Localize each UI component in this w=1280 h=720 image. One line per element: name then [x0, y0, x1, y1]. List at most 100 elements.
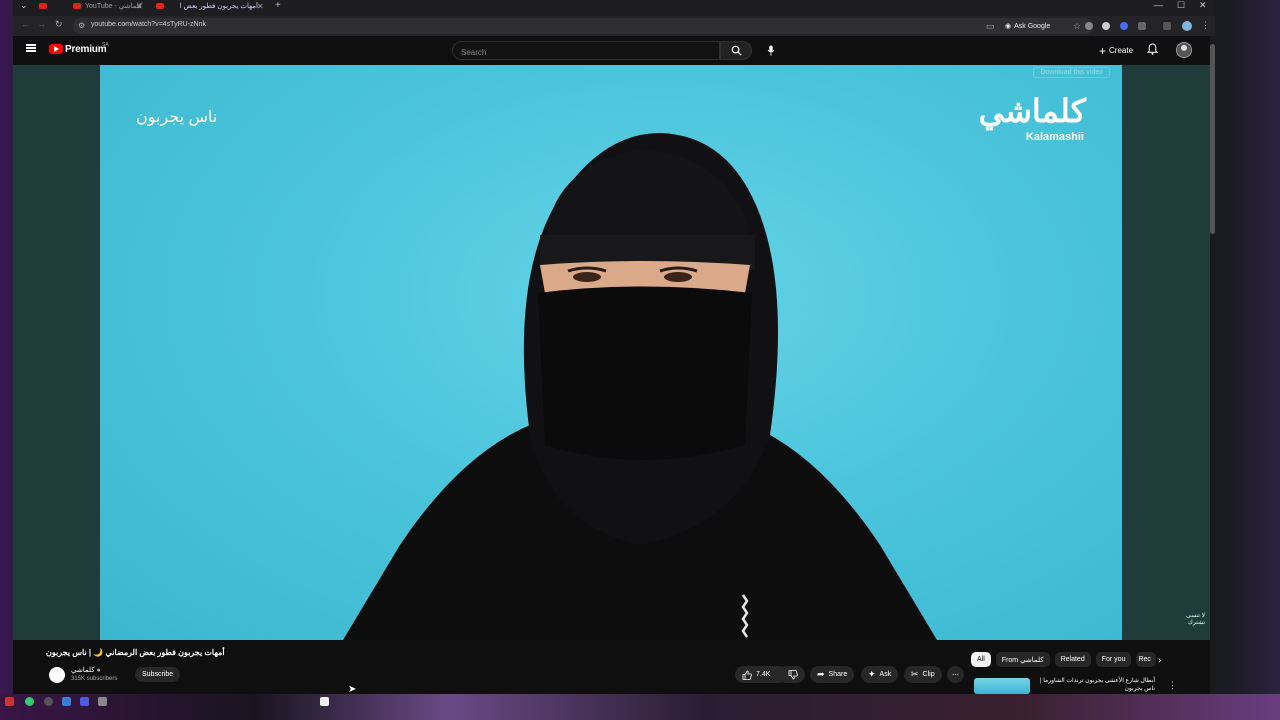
ask-label: Ask — [879, 671, 892, 678]
youtube-favicon-icon — [39, 3, 47, 9]
search-button[interactable] — [720, 41, 752, 60]
mouse-cursor-icon: ➤ — [348, 684, 357, 695]
more-vertical-icon[interactable]: ⋮ — [1168, 680, 1177, 691]
thumbs-down-icon — [788, 669, 798, 679]
lens-icon: ◉ — [1005, 23, 1012, 30]
bookmark-star-icon[interactable]: ☆ — [1073, 21, 1081, 32]
subscribe-button[interactable]: Subscribe — [135, 667, 181, 682]
browser-window: ⌄ YouTube - كلماشي ✕ أمهات يجربون فطور ب… — [13, 0, 1215, 694]
download-video-button[interactable]: Download this video — [1033, 67, 1110, 78]
site-info-icon[interactable]: ⚙ — [78, 21, 85, 30]
guide-menu-icon[interactable] — [26, 44, 36, 52]
clip-button[interactable]: ✂ Clip — [904, 666, 942, 683]
app-icon[interactable] — [98, 697, 107, 706]
cast-icon[interactable]: ▭ — [986, 21, 995, 32]
more-actions-button[interactable]: ⋯ — [947, 666, 964, 683]
search-icon — [731, 45, 742, 56]
subscriber-count: 315K subscribers — [71, 676, 118, 682]
plus-icon: + — [1099, 43, 1107, 58]
scrollbar-thumb[interactable] — [1210, 44, 1215, 234]
account-avatar[interactable] — [1176, 42, 1192, 58]
related-filter-chips: All From كلماشي Related For you Rec — [971, 652, 1157, 667]
create-button[interactable]: + Create — [1093, 41, 1139, 60]
extensions-puzzle-icon[interactable] — [1138, 22, 1146, 30]
video-overlay-title: ناس يجربون — [136, 109, 218, 126]
clip-label: Clip — [922, 671, 935, 678]
verified-badge-icon: ● — [96, 667, 101, 674]
youtube-logo-icon[interactable] — [49, 44, 63, 54]
tab-video[interactable]: أمهات يجربون فطور بعض ا — [156, 0, 266, 12]
person-in-niqab-figure — [343, 133, 937, 640]
search-input[interactable] — [453, 44, 719, 61]
region-code: SA — [102, 42, 109, 48]
extension-icon[interactable] — [1102, 22, 1110, 30]
chip-related[interactable]: Related — [1054, 652, 1091, 667]
downloads-icon[interactable] — [1163, 22, 1171, 30]
recommended-video-title[interactable]: أبطال شارع الأعشى يجربون ترندات الشاورما… — [1035, 678, 1155, 694]
ask-google-label: Ask Google — [1014, 22, 1051, 30]
like-count: 7.4K — [756, 671, 771, 678]
scissors-icon: ✂ — [911, 669, 919, 679]
app-icon[interactable] — [25, 697, 34, 706]
microphone-icon — [767, 45, 774, 56]
notifications-bell-icon[interactable] — [1147, 43, 1158, 55]
youtube-favicon-icon — [73, 3, 81, 9]
tab-pinned-youtube[interactable] — [39, 0, 47, 12]
maximize-icon[interactable]: ☐ — [1177, 0, 1185, 11]
start-icon[interactable] — [5, 697, 14, 706]
channel-watermark-logo: كلماشي — [978, 93, 1086, 129]
app-icon[interactable] — [44, 697, 53, 706]
forward-icon[interactable]: → — [37, 19, 46, 29]
new-tab-icon[interactable]: + — [275, 0, 281, 11]
address-toolbar: ← → ↻ ⚙ youtube.com/watch?v=4sTyRU-zNnk … — [13, 16, 1215, 36]
voice-search-button[interactable] — [761, 41, 780, 60]
recommended-video-thumbnail[interactable] — [974, 678, 1030, 694]
youtube-brand[interactable]: Premium — [65, 44, 107, 55]
player-container: ناس يجربون كلماشي Kalamashii Download th… — [13, 65, 1215, 640]
thumbs-up-icon — [742, 670, 752, 680]
subscribe-reminder-tag: لا تنسى تشترك — [1186, 613, 1205, 626]
minimize-icon[interactable]: — — [1154, 0, 1163, 10]
channel-watermark-latin: Kalamashii — [1025, 131, 1084, 143]
page-scrollbar[interactable] — [1210, 36, 1215, 694]
extension-icon[interactable] — [1085, 22, 1093, 30]
app-icon[interactable] — [80, 697, 89, 706]
video-info-bar: أمهات يجربون فطور بعض الرمضاني 🌙 | ناس ي… — [13, 640, 1215, 694]
more-horizontal-icon: ⋯ — [952, 671, 959, 679]
share-button[interactable]: ➦ Share — [810, 666, 855, 683]
back-icon[interactable]: ← — [21, 19, 30, 29]
channel-avatar[interactable] — [49, 667, 65, 683]
youtube-favicon-icon — [156, 3, 164, 9]
search-box[interactable] — [452, 41, 720, 61]
share-label: Share — [828, 671, 848, 678]
reload-icon[interactable]: ↻ — [55, 19, 63, 30]
tab-label: YouTube - كلماشي — [85, 3, 143, 10]
video-player[interactable]: ناس يجربون كلماشي Kalamashii Download th… — [100, 65, 1122, 640]
app-icon[interactable] — [320, 697, 329, 706]
sparkle-icon: ✦ — [868, 669, 876, 679]
chip-for-you[interactable]: For you — [1095, 652, 1132, 667]
tab-close-icon[interactable]: ✕ — [257, 0, 264, 12]
app-icon[interactable] — [62, 697, 71, 706]
channel-name-text: كلماشي — [71, 667, 95, 674]
extension-icon[interactable] — [1120, 22, 1128, 30]
chip-from-channel[interactable]: From كلماشي — [995, 652, 1050, 667]
profile-icon[interactable] — [1182, 21, 1192, 31]
youtube-masthead: Premium SA + Create — [13, 36, 1215, 65]
browser-menu-icon[interactable]: ⋮ — [1201, 20, 1210, 31]
chip-all[interactable]: All — [971, 652, 991, 667]
channel-name[interactable]: كلماشي ● — [71, 666, 101, 674]
address-bar[interactable]: ⚙ youtube.com/watch?v=4sTyRU-zNnk ▭ ◉ As… — [73, 18, 1093, 34]
dislike-button[interactable] — [783, 666, 805, 683]
chevron-right-icon[interactable]: › — [1158, 655, 1161, 666]
tab-strip: ⌄ YouTube - كلماشي ✕ أمهات يجربون فطور ب… — [13, 0, 1215, 16]
ask-google-button[interactable]: ◉ Ask Google — [1001, 19, 1054, 33]
create-label: Create — [1109, 46, 1134, 55]
tab-search-icon[interactable]: ⌄ — [20, 0, 28, 11]
like-button[interactable]: 7.4K — [735, 666, 787, 683]
ask-button[interactable]: ✦ Ask — [861, 666, 899, 683]
tab-close-icon[interactable]: ✕ — [136, 0, 143, 12]
chip-recent[interactable]: Rec — [1136, 652, 1157, 667]
close-window-icon[interactable]: ✕ — [1199, 0, 1207, 11]
share-arrow-icon: ➦ — [817, 669, 825, 679]
